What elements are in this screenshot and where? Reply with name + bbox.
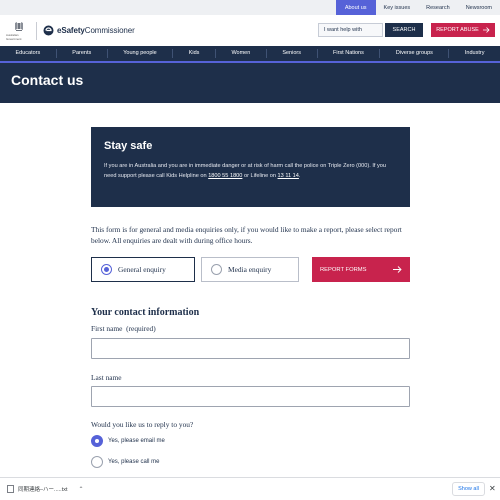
coat-of-arms-icon [15,21,23,31]
nav-item-diverse-groups[interactable]: Diverse groups [380,49,450,58]
brand-name: eSafetyCommissioner [57,26,135,35]
reply-call-option[interactable]: Yes, please call me [91,456,159,468]
close-icon[interactable]: ✕ [489,483,496,495]
stay-safe-title: Stay safe [104,140,153,152]
last-name-label: Last name [91,373,122,382]
nav-item-industry[interactable]: Industry [449,49,500,58]
main-nav: Educators Parents Young people Kids Wome… [0,46,500,61]
media-enquiry-label: Media enquiry [228,265,272,274]
download-bar: 同期連絡–ハー.....txt ⌃ Show all ✕ [0,477,500,500]
esafety-logo-icon [43,25,54,36]
download-item[interactable]: 同期連絡–ハー.....txt ⌃ [7,485,84,493]
arrow-right-icon [482,27,490,33]
report-abuse-label: REPORT ABUSE [436,27,479,33]
show-all-button[interactable]: Show all [452,482,485,496]
brand-name-rest: Commissioner [84,26,135,35]
radio-selected-icon [91,435,103,447]
general-enquiry-option[interactable]: General enquiry [91,257,195,282]
reply-email-option[interactable]: Yes, please email me [91,435,165,447]
radio-unselected-icon [91,456,103,468]
search-button[interactable]: SEARCH [385,23,423,37]
kids-helpline-link[interactable]: 1800 55 1800 [208,173,242,179]
stay-safe-text-part: or Lifeline on [242,173,278,179]
first-name-label: First name (required) [91,324,156,333]
report-abuse-button[interactable]: REPORT ABUSE [431,23,495,37]
arrow-right-icon [393,266,402,273]
general-enquiry-label: General enquiry [118,265,166,274]
esafety-logo[interactable]: eSafetyCommissioner [43,25,135,36]
nav-item-kids[interactable]: Kids [173,49,216,58]
report-forms-button[interactable]: REPORT FORMS [312,257,410,282]
australian-government-logo[interactable]: Australian Government [6,20,32,42]
required-tag: (required) [126,324,156,333]
gov-logo-text: Australian Government [6,32,22,41]
stay-safe-text: If you are in Australia and you are in i… [104,161,397,181]
nav-item-young-people[interactable]: Young people [108,49,174,58]
nav-item-educators[interactable]: Educators [0,49,57,58]
media-enquiry-option[interactable]: Media enquiry [201,257,299,282]
utility-link-research[interactable]: Research [418,0,458,15]
radio-selected-icon [101,264,112,275]
header-divider [36,21,37,40]
lifeline-link[interactable]: 13 11 14 [278,173,299,179]
utility-link-about-us[interactable]: About us [335,0,376,15]
utility-nav: About us Key issues Research Newsroom [0,0,500,15]
stay-safe-text-part: . [298,173,301,179]
utility-link-newsroom[interactable]: Newsroom [458,0,500,15]
reply-question-label: Would you like us to reply to you? [91,420,194,429]
first-name-field[interactable] [91,338,410,359]
nav-item-parents[interactable]: Parents [57,49,108,58]
stay-safe-panel: Stay safe If you are in Australia and yo… [91,127,410,207]
chevron-up-icon[interactable]: ⌃ [79,486,84,493]
nav-item-women[interactable]: Women [216,49,267,58]
contact-section-title: Your contact information [91,307,200,318]
file-icon [7,485,14,493]
last-name-field[interactable] [91,386,410,407]
reply-email-label: Yes, please email me [108,438,165,444]
nav-item-first-nations[interactable]: First Nations [318,49,381,58]
first-name-label-text: First name [91,324,123,333]
utility-link-key-issues[interactable]: Key issues [376,0,419,15]
brand-name-bold: eSafety [57,26,85,35]
reply-call-label: Yes, please call me [108,459,160,465]
download-filename: 同期連絡–ハー.....txt [18,487,68,493]
form-intro-text: This form is for general and media enqui… [91,225,402,245]
help-select-input[interactable]: I want help with [318,23,383,37]
report-forms-label: REPORT FORMS [320,266,367,273]
nav-item-seniors[interactable]: Seniors [267,49,318,58]
site-header: Australian Government eSafetyCommissione… [0,15,500,46]
page-title: Contact us [11,72,84,88]
radio-unselected-icon [211,264,222,275]
page-hero: Contact us [0,63,500,103]
